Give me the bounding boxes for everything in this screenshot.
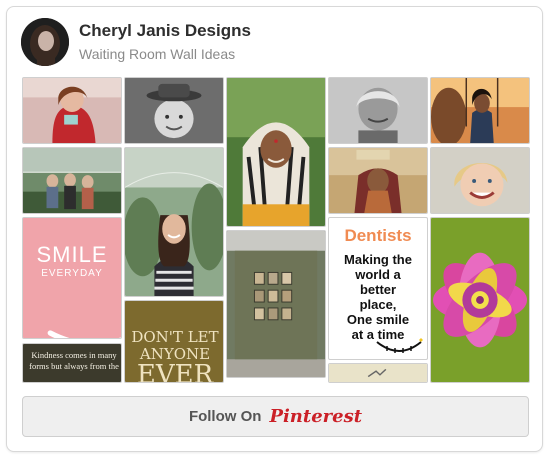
smile-title: SMILE: [36, 242, 108, 267]
pinterest-logo-icon: Pinterest: [269, 406, 363, 427]
dentists-title: Dentists: [344, 226, 412, 245]
pin-image-boy-hat[interactable]: [124, 77, 224, 144]
pin-image-friends-greenhouse[interactable]: [22, 147, 122, 214]
board-title[interactable]: Waiting Room Wall Ideas: [79, 46, 235, 62]
profile-name[interactable]: Cheryl Janis Designs: [79, 21, 251, 41]
avatar[interactable]: [21, 18, 69, 66]
pin-image-partial[interactable]: [328, 363, 428, 383]
board-header: Cheryl Janis Designs Waiting Room Wall I…: [21, 18, 521, 68]
smile-curve-icon: [47, 330, 121, 338]
follow-label: Follow On: [188, 408, 262, 425]
pin-image-woman-mug[interactable]: [22, 77, 122, 144]
smile-teeth-icon: [376, 338, 423, 353]
pin-image-wall-frames[interactable]: [226, 230, 326, 378]
pin-image-dentists-quote[interactable]: Dentists Making the world a better place…: [328, 217, 428, 360]
pin-image-elderly-woman[interactable]: [328, 77, 428, 144]
kindness-quote-text: Kindness comes in many forms but always …: [29, 350, 119, 371]
dont-let-quote-text: DON'T LET ANYONE EVER: [131, 328, 219, 383]
pin-image-flower[interactable]: [430, 217, 530, 383]
pin-image-indian-woman[interactable]: [226, 77, 326, 227]
pin-image-dont-let-quote[interactable]: DON'T LET ANYONE EVER: [124, 300, 224, 383]
dentists-quote-text: Making the world a better place, One smi…: [344, 252, 412, 342]
follow-on-pinterest-button[interactable]: Follow On Pinterest: [22, 396, 529, 437]
pinterest-board-widget: Cheryl Janis Designs Waiting Room Wall I…: [6, 6, 543, 452]
pin-image-woman-striped-shirt[interactable]: [124, 147, 224, 297]
pin-image-woman-swing[interactable]: [430, 77, 530, 144]
pin-image-smile-everyday[interactable]: SMILE EVERYDAY: [22, 217, 122, 339]
smile-subtitle: EVERYDAY: [41, 268, 103, 279]
pin-image-woman-headscarf[interactable]: [328, 147, 428, 214]
pin-image-smiling-child[interactable]: [430, 147, 530, 214]
pin-image-kindness-quote[interactable]: Kindness comes in many forms but always …: [22, 343, 122, 383]
